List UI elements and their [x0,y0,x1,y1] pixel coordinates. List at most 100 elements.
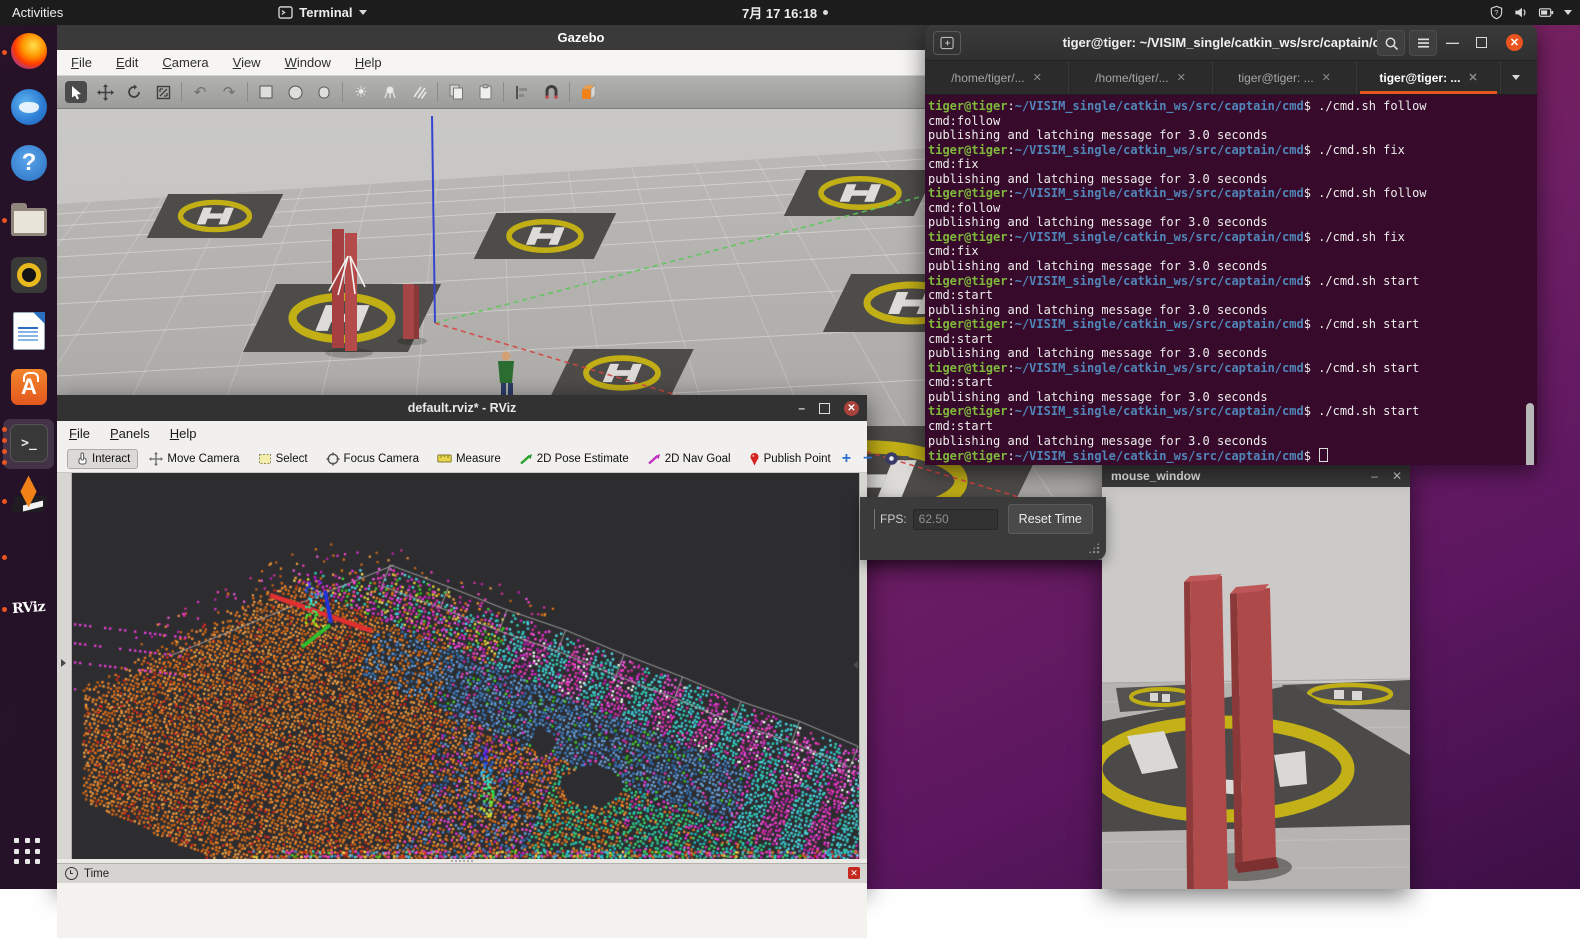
gazebo-menu-edit[interactable]: Edit [116,55,138,70]
rviz-tool-focus-camera[interactable]: Focus Camera [319,450,426,468]
point-light-icon[interactable]: ☀ [350,81,372,103]
dock-item-firefox[interactable] [0,29,57,77]
rviz-tool-2d-pose-estimate[interactable]: 2D Pose Estimate [512,450,636,467]
select-arrow-icon[interactable] [65,81,87,103]
add-tool-button[interactable]: + [842,450,851,468]
rviz-tool-publish-point[interactable]: Publish Point [742,450,838,468]
scale-icon[interactable] [152,81,174,103]
dock-item-rviz[interactable]: RViz [0,586,57,634]
dock-item-rhythmbox[interactable] [0,253,57,301]
align-icon[interactable] [511,81,533,103]
dock-item-hidden-app[interactable] [0,534,57,582]
rviz-menu-panels[interactable]: Panels [110,426,150,441]
new-tab-button[interactable] [933,31,961,55]
activities-button[interactable]: Activities [12,5,63,20]
terminal-title: tiger@tiger: ~/VISIM_single/catkin_ws/sr… [1063,35,1400,50]
copy-icon[interactable] [445,81,467,103]
terminal-scrollbar[interactable] [1526,403,1534,465]
close-tab-icon[interactable]: ✕ [1033,71,1042,84]
remove-tool-button[interactable]: − [863,450,872,468]
gazebo-menu-help[interactable]: Help [355,55,382,70]
mouse-window-3d-viewport[interactable] [1102,487,1410,889]
close-tab-icon[interactable]: ✕ [1177,71,1186,84]
gazebo-menu-camera[interactable]: Camera [162,55,208,70]
rviz-3d-viewport[interactable] [57,473,867,859]
rviz-title-bar[interactable]: default.rviz* - RViz – ✕ [57,395,867,421]
redo-icon[interactable]: ↷ [218,81,240,103]
view-angle-icon[interactable] [577,81,599,103]
terminal-tab-1[interactable]: /home/tiger/...✕ [925,61,1069,94]
system-tray[interactable]: ? [1489,0,1572,25]
terminal-line: tiger@tiger:~/VISIM_single/catkin_ws/src… [928,274,1537,289]
toolbar-separator [569,82,570,102]
dock-item-help[interactable]: ? [0,141,57,189]
close-tab-icon[interactable]: ✕ [1322,71,1331,84]
maximize-button[interactable] [819,403,830,414]
rviz-title: default.rviz* - RViz [408,401,517,415]
directional-light-icon[interactable] [408,81,430,103]
focused-app-menu[interactable]: Terminal [278,5,366,20]
gazebo-icon [9,480,49,520]
undo-icon[interactable]: ↶ [189,81,211,103]
rviz-tool-move-camera[interactable]: Move Camera [142,450,246,468]
minimize-button[interactable]: — [1446,25,1459,60]
translate-icon[interactable] [94,81,116,103]
resize-grip[interactable] [1088,542,1100,554]
rviz-tool-2d-nav-goal[interactable]: 2D Nav Goal [640,450,738,467]
dock-item-terminal[interactable]: >_ [0,421,57,469]
search-button[interactable] [1377,30,1405,56]
dock-item-thunderbird[interactable] [0,85,57,133]
time-panel-header[interactable]: Time ✕ [57,863,867,883]
rviz-pointcloud-canvas[interactable] [72,473,861,859]
paste-icon[interactable] [474,81,496,103]
minimize-button[interactable]: – [1371,469,1378,483]
minimize-button[interactable]: – [798,401,805,415]
close-button[interactable]: ✕ [1392,469,1402,483]
close-button[interactable]: ✕ [844,401,859,416]
sphere-icon[interactable] [284,81,306,103]
show-applications-button[interactable] [14,838,42,866]
close-button[interactable]: ✕ [1506,34,1523,51]
tool-label: 2D Pose Estimate [537,453,629,465]
terminal-tab-2[interactable]: /home/tiger/...✕ [1069,61,1213,94]
tab-list-button[interactable] [1501,61,1531,94]
clock[interactable]: 7月 17 16:18 [742,0,828,25]
collapsed-displays-panel[interactable] [57,473,72,859]
dock-item-files[interactable] [0,197,57,245]
terminal-content[interactable]: tiger@tiger:~/VISIM_single/catkin_ws/src… [925,95,1537,465]
box-icon[interactable] [255,81,277,103]
maximize-button[interactable] [1476,25,1487,60]
dock-item-ubuntu-software[interactable]: A [0,365,57,413]
rotate-icon[interactable] [123,81,145,103]
close-tab-icon[interactable]: ✕ [1468,71,1477,84]
gazebo-menu-file[interactable]: File [71,55,92,70]
menu-button[interactable] [1409,30,1437,56]
files-icon [9,199,49,239]
camera-view-button[interactable] [884,451,909,466]
gazebo-menu-window[interactable]: Window [285,55,331,70]
terminal-header-bar[interactable]: tiger@tiger: ~/VISIM_single/catkin_ws/sr… [925,25,1537,61]
rviz-tool-measure[interactable]: Measure [430,451,508,467]
terminal-line: publishing and latching message for 3.0 … [928,128,1537,143]
expand-panel-icon[interactable] [61,659,66,667]
expand-panel-icon[interactable] [853,661,858,669]
rviz-tool-interact[interactable]: Interact [67,449,138,469]
rviz-menu-bar: File Panels Help [57,421,867,445]
thunderbird-icon [9,87,49,127]
terminal-tab-4[interactable]: tiger@tiger: ...✕ [1357,61,1501,94]
close-panel-button[interactable]: ✕ [848,867,860,879]
cylinder-icon[interactable] [313,81,335,103]
rviz-menu-file[interactable]: File [69,426,90,441]
gazebo-menu-view[interactable]: View [233,55,261,70]
dock-item-gazebo[interactable] [0,478,57,526]
rviz-menu-help[interactable]: Help [170,426,197,441]
spot-light-icon[interactable] [379,81,401,103]
snap-icon[interactable] [540,81,562,103]
clock-text: 7月 17 16:18 [742,3,817,22]
rviz-tool-select[interactable]: Select [251,451,315,467]
mouse-window-title-bar[interactable]: mouse_window – ✕ [1102,465,1410,487]
dock-item-libreoffice-writer[interactable] [0,309,57,357]
reset-time-button[interactable]: Reset Time [1008,504,1093,534]
terminal-tab-bar: /home/tiger/...✕/home/tiger/...✕tiger@ti… [925,61,1537,95]
terminal-tab-3[interactable]: tiger@tiger: ...✕ [1213,61,1357,94]
